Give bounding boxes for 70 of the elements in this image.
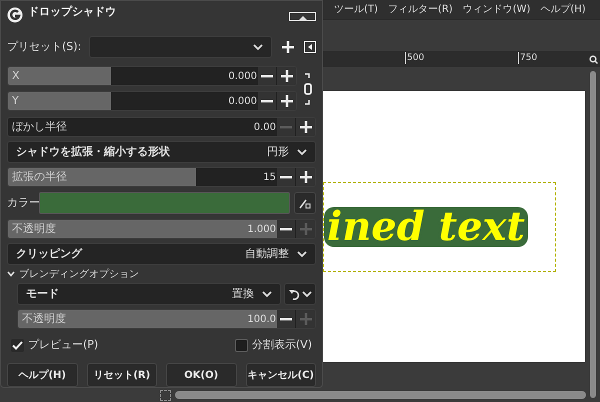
checkbox[interactable] xyxy=(234,338,248,352)
slider-value: 0.000 xyxy=(228,70,258,84)
dropdown[interactable]: シャドウを拡張・縮小する形状 円形 xyxy=(7,141,316,163)
slider-value: 0.000 xyxy=(228,94,258,108)
preset-label: プリセット(S): xyxy=(7,38,82,55)
check-icon xyxy=(12,340,23,350)
chevron-down-icon xyxy=(302,290,312,298)
decrease-button[interactable] xyxy=(258,92,277,110)
navigate-icon[interactable] xyxy=(160,390,171,400)
chevron-down-icon xyxy=(297,148,307,156)
preset-menu-icon[interactable] xyxy=(304,41,316,54)
dropdown[interactable]: モード 置換 xyxy=(17,283,281,305)
ruler-label: 750 xyxy=(518,52,538,64)
slider-label: ぼかし半径 xyxy=(11,118,67,135)
plus-icon xyxy=(300,171,312,183)
triangle-icon xyxy=(298,15,306,20)
menu-item[interactable]: フィルター(R) xyxy=(388,2,453,17)
dialog-menu-button[interactable] xyxy=(289,12,316,21)
slider-value: 100.0 xyxy=(247,312,277,326)
dialog-button[interactable]: OK(O) xyxy=(166,363,236,387)
dialog-button[interactable]: キャンセル(C) xyxy=(246,363,316,387)
vertical-scrollbar[interactable] xyxy=(590,71,596,398)
window-title: ドロップシャドウ xyxy=(28,4,116,20)
canvas-text: ined text xyxy=(324,206,528,246)
undo-arrow-icon xyxy=(288,288,300,300)
decrease-button[interactable] xyxy=(277,310,296,328)
color-picker-button[interactable] xyxy=(294,192,316,214)
dialog-button[interactable]: リセット(R) xyxy=(86,363,157,387)
checkbox[interactable] xyxy=(11,338,24,352)
menu-item[interactable]: ウィンドウ(W) xyxy=(462,2,530,17)
app-logo-icon xyxy=(7,7,23,23)
plus-icon xyxy=(280,95,292,107)
chain-link-icon[interactable] xyxy=(303,72,313,106)
increase-button[interactable] xyxy=(296,118,315,136)
slider-label: 不透明度 xyxy=(21,310,66,327)
dropdown[interactable]: クリッピング 自動調整 xyxy=(7,243,316,265)
chevron-down-icon xyxy=(297,250,307,258)
dialog-button[interactable]: ヘルプ(H) xyxy=(7,363,78,387)
decrease-button[interactable] xyxy=(277,220,296,238)
increase-button[interactable] xyxy=(277,67,296,85)
slider-value: 1.000 xyxy=(247,222,277,236)
slider-label: Y xyxy=(11,92,19,109)
menu-item[interactable]: ヘルプ(H) xyxy=(540,2,586,17)
section-expander[interactable]: ブレンディングオプション xyxy=(7,267,316,281)
horizontal-scrollbar[interactable] xyxy=(175,391,586,399)
checkbox-label: プレビュー(P) xyxy=(28,336,98,353)
decrease-button[interactable] xyxy=(258,67,277,85)
eyedropper-icon xyxy=(299,197,311,209)
increase-button[interactable] xyxy=(277,92,296,110)
plus-icon xyxy=(300,121,312,133)
slider-label: 拡張の半径 xyxy=(11,168,67,185)
decrease-button[interactable] xyxy=(277,168,296,186)
chevron-down-icon xyxy=(253,44,263,51)
increase-button[interactable] xyxy=(296,168,315,186)
slider-value: 15 xyxy=(263,170,277,184)
plus-icon xyxy=(300,223,312,235)
plus-icon xyxy=(300,313,312,325)
chevron-icon xyxy=(7,271,15,277)
color-swatch[interactable] xyxy=(39,192,290,214)
add-icon[interactable] xyxy=(282,41,294,54)
chevron-down-icon xyxy=(262,290,272,298)
slider-value: 0.00 xyxy=(254,120,277,134)
slider-label: X xyxy=(11,68,20,84)
slider-label: 不透明度 xyxy=(11,220,56,237)
ruler-label: 500 xyxy=(405,52,424,64)
checkbox-label: 分割表示(V) xyxy=(252,336,312,353)
zoom-icon[interactable] xyxy=(588,54,598,64)
plus-icon xyxy=(280,70,292,82)
menu-item[interactable]: ツール(T) xyxy=(334,2,378,17)
composite-mode-button[interactable] xyxy=(284,283,316,305)
